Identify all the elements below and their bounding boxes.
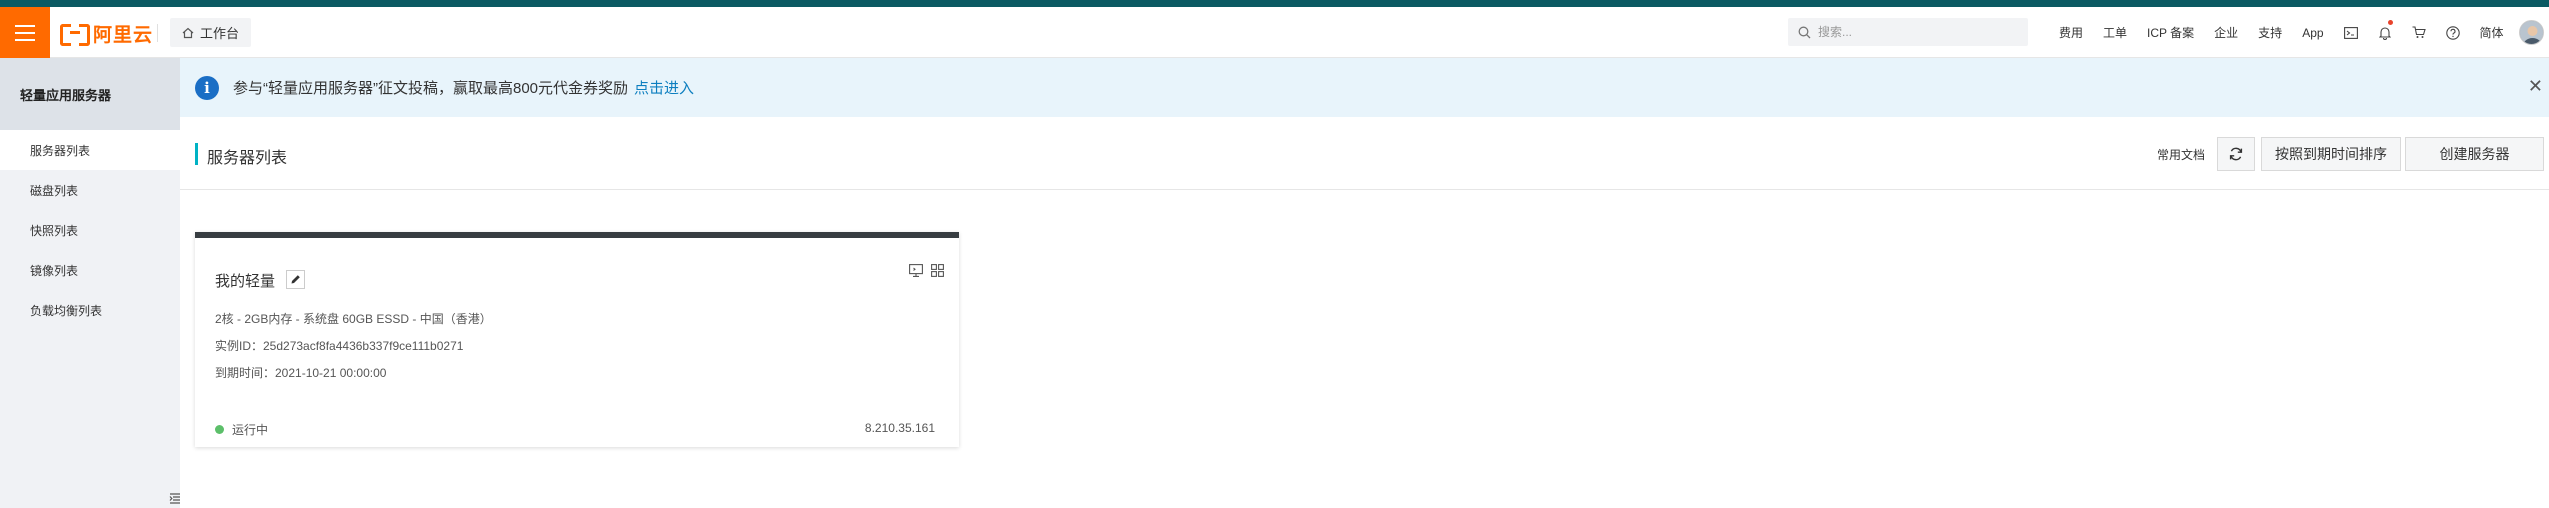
instance-id: 实例ID：25d273acf8fa4436b337f9ce111b0271 — [215, 339, 464, 353]
top-nav-links: 费用 工单 ICP 备案 企业 支持 App 简体 — [2049, 7, 2514, 58]
status-dot — [215, 425, 224, 434]
menu-line — [15, 31, 35, 34]
status-text: 运行中 — [232, 423, 269, 437]
cart-icon — [2412, 26, 2426, 38]
workbench-button[interactable]: 工作台 — [170, 18, 252, 47]
terminal-icon — [2343, 26, 2358, 39]
sidebar-item-server-list[interactable]: 服务器列表 — [0, 130, 180, 170]
sidebar-item-image-list[interactable]: 镜像列表 — [0, 250, 180, 290]
common-docs-link[interactable]: 常用文档 — [2157, 146, 2205, 163]
expiry-time: 到期时间：2021-10-21 00:00:00 — [215, 366, 387, 380]
nav-billing[interactable]: 费用 — [2049, 24, 2093, 41]
sidebar: 轻量应用服务器 服务器列表 磁盘列表 快照列表 镜像列表 负载均衡列表 — [0, 58, 180, 508]
menu-line — [15, 24, 35, 27]
grid-apps-icon[interactable] — [931, 264, 944, 277]
user-avatar-icon — [2520, 21, 2543, 44]
nav-icp[interactable]: ICP 备案 — [2137, 24, 2204, 41]
server-name: 我的轻量 — [215, 273, 276, 290]
card-actions — [909, 264, 944, 277]
cart-button[interactable] — [2402, 7, 2436, 58]
close-icon[interactable]: ✕ — [2528, 76, 2543, 96]
banner-link[interactable]: 点击进入 — [634, 77, 694, 98]
sort-by-expiry-button[interactable]: 按照到期时间排序 — [2261, 137, 2401, 171]
language-switch[interactable]: 简体 — [2470, 24, 2514, 41]
sidebar-item-snapshot-list[interactable]: 快照列表 — [0, 210, 180, 250]
sidebar-item-disk-list[interactable]: 磁盘列表 — [0, 170, 180, 210]
search-input[interactable] — [1818, 25, 2018, 39]
sidebar-item-label: 负载均衡列表 — [30, 303, 103, 318]
remote-connect-icon[interactable] — [909, 264, 923, 277]
hamburger-menu-button[interactable] — [0, 7, 50, 58]
aliyun-logo[interactable]: 阿里云 — [60, 21, 154, 46]
home-icon — [182, 27, 194, 38]
divider — [157, 24, 158, 42]
user-avatar[interactable] — [2519, 20, 2544, 45]
sidebar-collapse-icon[interactable] — [169, 492, 181, 506]
sidebar-item-load-balancer-list[interactable]: 负载均衡列表 — [0, 290, 180, 330]
server-status: 运行中 — [215, 421, 268, 438]
sidebar-item-label: 快照列表 — [30, 223, 79, 238]
refresh-button[interactable] — [2217, 137, 2255, 171]
nav-enterprise[interactable]: 企业 — [2204, 24, 2248, 41]
help-icon — [2445, 25, 2460, 40]
sidebar-title: 轻量应用服务器 — [0, 58, 180, 130]
promo-banner: i 参与“轻量应用服务器”征文投稿，赢取最高800元代金券奖励 点击进入 ✕ — [180, 58, 2549, 117]
page-header: 服务器列表 常用文档 按照到期时间排序 创建服务器 — [180, 117, 2549, 190]
info-icon: i — [195, 75, 219, 100]
refresh-icon — [2229, 147, 2243, 161]
menu-line — [15, 38, 35, 41]
top-stripe — [0, 0, 2549, 7]
title-accent-bar — [195, 143, 198, 165]
server-card[interactable]: 我的轻量 2核 - 2GB内存 - 系统盘 60GB ESSD - 中国（香港）… — [195, 232, 959, 447]
rename-button[interactable] — [286, 270, 305, 289]
help-button[interactable] — [2436, 7, 2470, 58]
notification-dot — [2387, 20, 2393, 25]
pencil-icon — [291, 275, 300, 284]
sidebar-item-label: 服务器列表 — [30, 143, 91, 158]
banner-text: 参与“轻量应用服务器”征文投稿，赢取最高800元代金券奖励 — [233, 80, 629, 97]
notification-button[interactable] — [2368, 7, 2402, 58]
logo-bracket-icon — [60, 23, 90, 46]
search-icon — [1798, 26, 1811, 38]
workbench-label: 工作台 — [200, 26, 240, 41]
nav-app[interactable]: App — [2292, 26, 2333, 40]
nav-tickets[interactable]: 工单 — [2093, 24, 2137, 41]
sidebar-item-label: 磁盘列表 — [30, 183, 79, 198]
logo-text: 阿里云 — [93, 24, 154, 46]
top-navigation-bar: 阿里云 工作台 费用 工单 ICP 备案 企业 支持 App 简体 — [0, 7, 2549, 58]
terminal-button[interactable] — [2334, 7, 2368, 58]
public-ip[interactable]: 8.210.35.161 — [865, 421, 935, 435]
page-title: 服务器列表 — [207, 150, 288, 167]
search-box[interactable] — [1788, 18, 2028, 46]
nav-support[interactable]: 支持 — [2248, 24, 2292, 41]
bell-icon — [2378, 26, 2391, 40]
create-server-button[interactable]: 创建服务器 — [2405, 137, 2544, 171]
server-spec: 2核 - 2GB内存 - 系统盘 60GB ESSD - 中国（香港） — [215, 312, 492, 326]
sidebar-item-label: 镜像列表 — [30, 263, 79, 278]
